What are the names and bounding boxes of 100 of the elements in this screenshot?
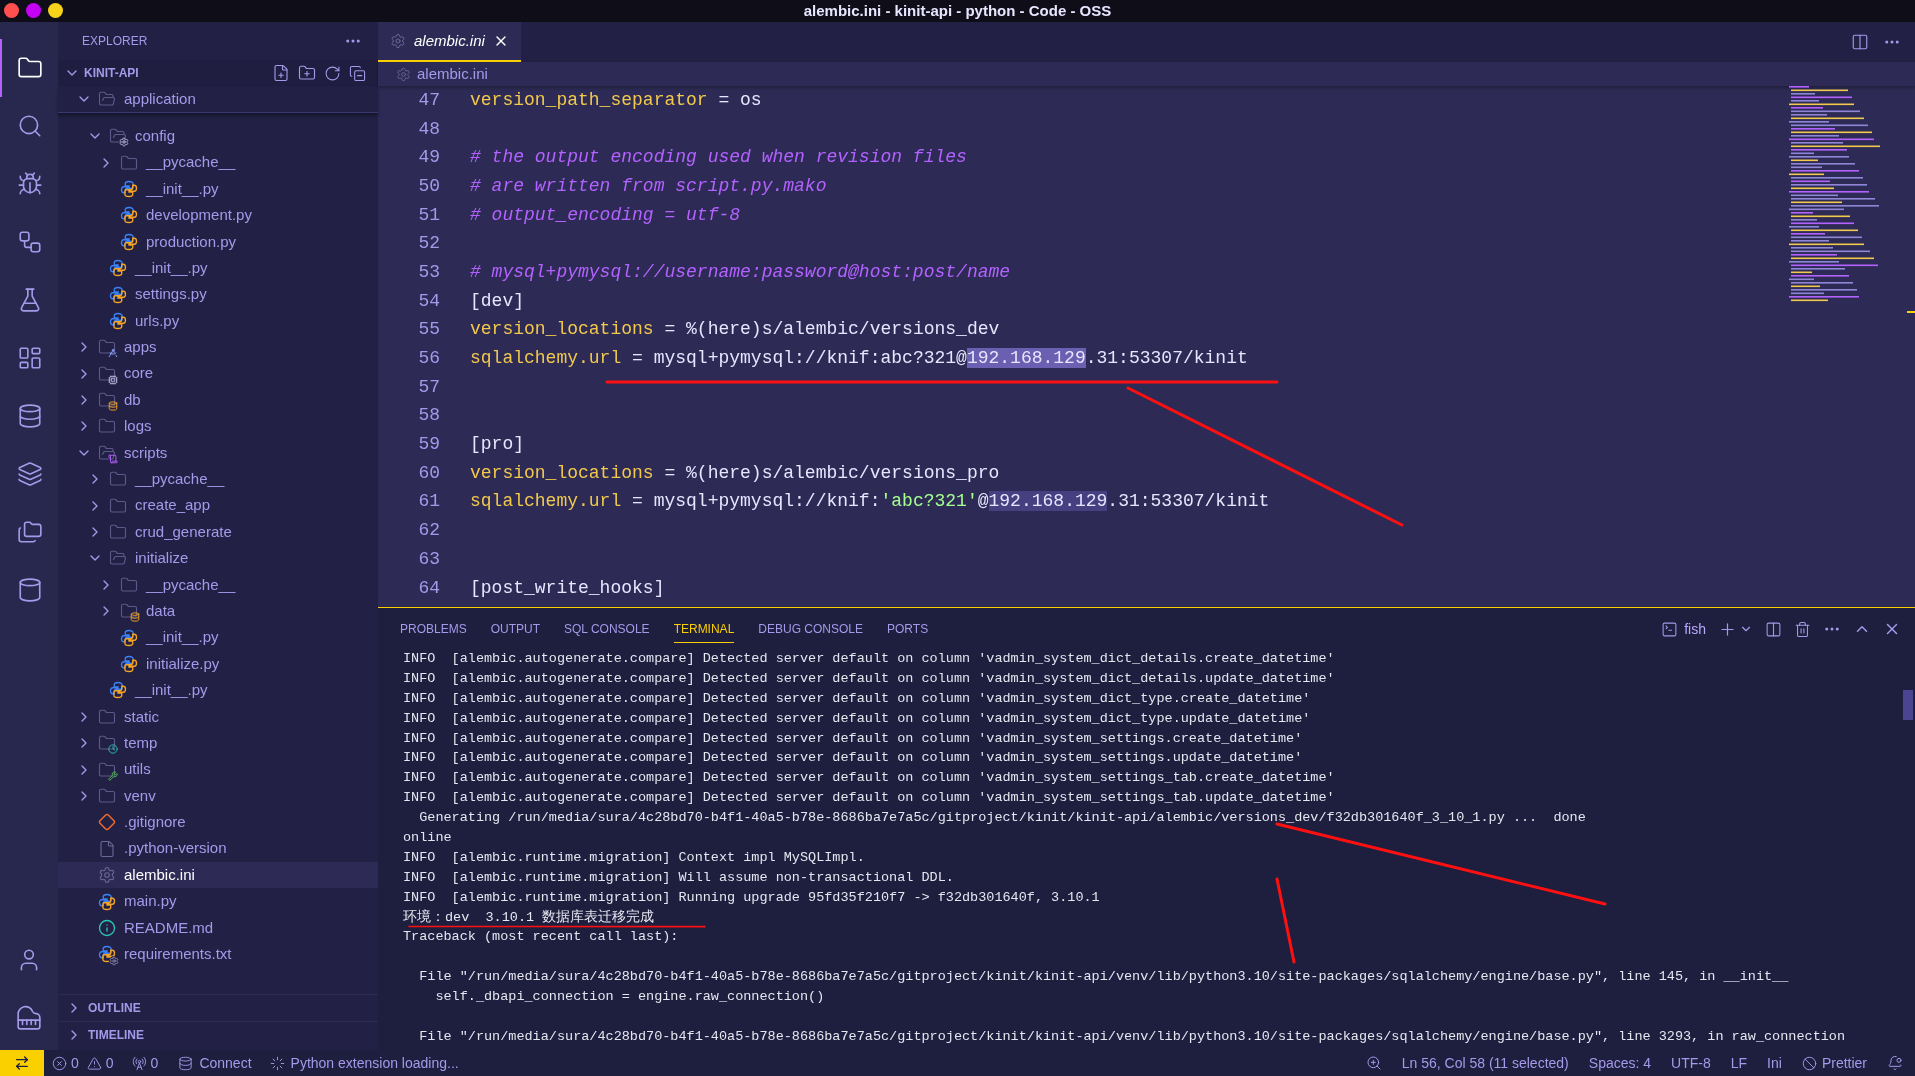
panel-tab[interactable]: SQL CONSOLE xyxy=(564,615,650,643)
terminal-line: 环境：dev 3.10.1 数据库表迁移完成 xyxy=(403,908,655,926)
terminal-line: Traceback (most recent call last): xyxy=(403,928,679,946)
code-line: # the output encoding used when revision files xyxy=(470,146,967,170)
project-name[interactable]: KINIT-API xyxy=(84,64,139,82)
collapse-all-icon[interactable] xyxy=(349,64,366,82)
tree-item[interactable]: __init__.py xyxy=(58,624,378,651)
tree-item[interactable]: .gitignore xyxy=(58,809,378,836)
tree-item[interactable]: .python-version xyxy=(58,835,378,862)
language-mode[interactable]: Ini xyxy=(1767,1052,1782,1074)
python-icon xyxy=(120,628,138,647)
tree-item[interactable]: __pycache__ xyxy=(58,571,378,599)
code-line: # output_encoding = utf-8 xyxy=(470,203,741,227)
tree-item[interactable]: venv xyxy=(58,782,378,810)
cursor-position[interactable]: Ln 56, Col 58 (11 selected) xyxy=(1401,1052,1569,1074)
tree-item[interactable]: logs xyxy=(58,413,378,440)
connect-button[interactable]: Connect xyxy=(199,1052,252,1074)
tree-item[interactable]: apps xyxy=(58,334,378,361)
window-maximize-button[interactable] xyxy=(48,3,63,18)
folders-icon[interactable] xyxy=(17,519,43,545)
line-number: 56 xyxy=(417,347,440,371)
tree-item[interactable]: data xyxy=(58,598,378,625)
tree-item[interactable]: settings.py xyxy=(58,281,378,308)
encoding[interactable]: UTF-8 xyxy=(1671,1052,1711,1074)
tree-item[interactable]: requirements.txt xyxy=(58,941,378,968)
tree-item[interactable]: application xyxy=(58,86,378,112)
python-icon xyxy=(120,179,138,198)
breadcrumb[interactable]: alembic.ini xyxy=(417,62,488,86)
tree-item[interactable]: production.py xyxy=(58,228,378,255)
scrollbar-thumb[interactable] xyxy=(1903,690,1913,720)
split-terminal-icon[interactable] xyxy=(1765,620,1782,638)
nodes-icon[interactable] xyxy=(17,229,43,255)
panel-tab[interactable]: TERMINAL xyxy=(673,615,735,643)
tree-item[interactable]: initialize.py xyxy=(58,650,378,678)
panel-tab[interactable]: OUTPUT xyxy=(490,615,541,643)
search-icon[interactable] xyxy=(17,113,43,139)
indentation[interactable]: Spaces: 4 xyxy=(1588,1052,1652,1074)
panel-tab[interactable]: PROBLEMS xyxy=(400,615,467,643)
tree-item[interactable]: create_app xyxy=(58,492,378,519)
error-count[interactable]: 0 xyxy=(71,1052,79,1074)
tree-item[interactable]: utils xyxy=(58,756,378,783)
tree-item[interactable]: db xyxy=(58,386,378,414)
panel-tab[interactable]: DEBUG CONSOLE xyxy=(758,615,863,643)
layers-icon[interactable] xyxy=(17,461,43,487)
tree-item[interactable]: main.py xyxy=(58,888,378,915)
section-header[interactable]: TIMELINE xyxy=(88,1026,144,1044)
tree-item[interactable]: __init__.py xyxy=(58,677,378,704)
tree-item[interactable]: core xyxy=(58,360,378,387)
tree-item[interactable]: crud_generate xyxy=(58,518,378,546)
loading-status: Python extension loading... xyxy=(290,1053,459,1073)
item-label: scripts xyxy=(124,442,168,463)
formatter-status[interactable]: Prettier xyxy=(1821,1052,1867,1074)
cylinder-icon[interactable] xyxy=(17,577,43,603)
folder-icon xyxy=(109,549,127,568)
database-icon[interactable] xyxy=(17,403,43,429)
tree-item[interactable]: temp xyxy=(58,730,378,757)
python-icon xyxy=(120,206,138,225)
tree-item[interactable]: urls.py xyxy=(58,307,378,335)
tree-item[interactable]: scripts xyxy=(58,439,378,467)
line-ending[interactable]: LF xyxy=(1730,1052,1748,1074)
zoom-icon[interactable] xyxy=(1365,1055,1382,1071)
editor-tab[interactable]: alembic.ini xyxy=(378,22,521,62)
new-file-icon[interactable] xyxy=(272,64,290,82)
tree-item[interactable]: static xyxy=(58,703,378,730)
terminal-line: INFO [alembic.runtime.migration] Context impl MySQLImpl. xyxy=(403,848,865,866)
tree-item[interactable]: __init__.py xyxy=(58,254,378,282)
terminal-shell[interactable]: fish xyxy=(1684,618,1706,640)
warning-count[interactable]: 0 xyxy=(105,1052,114,1074)
section-header[interactable]: OUTLINE xyxy=(88,999,141,1017)
tree-item[interactable]: __pycache__ xyxy=(58,466,378,493)
item-label: logs xyxy=(124,416,152,437)
item-label: .gitignore xyxy=(124,812,186,833)
item-label: data xyxy=(146,600,176,621)
panel-tab[interactable]: PORTS xyxy=(887,615,929,643)
item-label: application xyxy=(124,88,196,109)
new-folder-icon[interactable] xyxy=(298,64,316,82)
tree-item[interactable]: __init__.py xyxy=(58,175,378,203)
window-close-button[interactable] xyxy=(4,3,19,18)
bug-icon[interactable] xyxy=(17,171,43,197)
refresh-icon[interactable] xyxy=(324,64,341,82)
tree-item[interactable]: __pycache__ xyxy=(58,149,378,176)
tree-item[interactable]: alembic.ini xyxy=(58,861,378,889)
split-editor-icon[interactable] xyxy=(1851,33,1869,51)
item-label: create_app xyxy=(135,495,211,516)
trash-icon[interactable] xyxy=(1794,620,1811,638)
terminal-line: INFO [alembic.autogenerate.compare] Detected server default on column 'vadmin_system_dict_type.create_datetime' xyxy=(403,689,1311,707)
tree-item[interactable]: development.py xyxy=(58,202,378,229)
code-line: version_locations = %(here)s/alembic/versions_dev xyxy=(470,318,1000,342)
grid-icon[interactable] xyxy=(17,345,43,371)
notifications-icon[interactable] xyxy=(1887,1055,1903,1071)
tree-item[interactable]: README.md xyxy=(58,914,378,942)
piano-icon[interactable] xyxy=(16,1005,42,1031)
tree-item[interactable]: config xyxy=(58,123,378,150)
ports-count[interactable]: 0 xyxy=(150,1052,159,1074)
item-label: development.py xyxy=(146,205,252,226)
line-number: 58 xyxy=(417,404,440,428)
window-minimize-button[interactable] xyxy=(26,3,41,18)
tree-item[interactable]: initialize xyxy=(58,545,378,572)
remote-button[interactable] xyxy=(0,1050,44,1076)
line-number: 60 xyxy=(417,461,440,485)
